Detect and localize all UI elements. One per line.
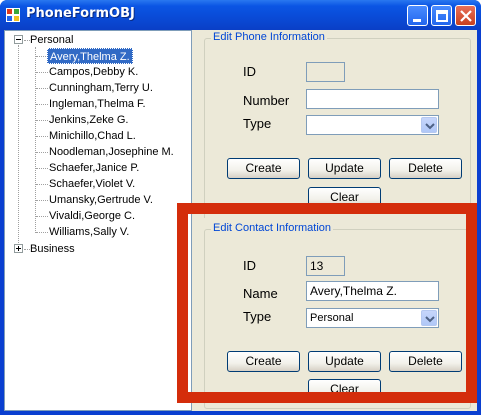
tree-contact-item[interactable]: Schaefer,Janice P.: [49, 160, 139, 176]
phone-create-button[interactable]: Create: [227, 158, 300, 179]
close-button[interactable]: [455, 5, 476, 26]
phone-number-input[interactable]: [306, 89, 439, 109]
tree-contact-item[interactable]: Vivaldi,George C.: [49, 208, 135, 224]
phone-id-label: ID: [243, 64, 256, 79]
phone-number-label: Number: [243, 93, 290, 108]
tree-contact-item[interactable]: Williams,Sally V.: [49, 224, 129, 240]
highlight-box: [177, 203, 477, 403]
tree-group-personal[interactable]: Personal: [30, 32, 73, 48]
collapse-personal-icon[interactable]: [14, 35, 23, 44]
phone-type-select[interactable]: [306, 115, 439, 135]
maximize-icon: [436, 10, 448, 22]
tree-contact-item[interactable]: Jenkins,Zeke G.: [49, 112, 128, 128]
app-window: PhoneFormOBJ Personal Avery,Thelma Z. Cam…: [0, 0, 481, 415]
tree-contact-item[interactable]: Umansky,Gertrude V.: [49, 192, 153, 208]
chevron-down-icon[interactable]: [421, 117, 437, 133]
title-bar[interactable]: PhoneFormOBJ: [0, 0, 481, 30]
minimize-icon: [413, 19, 421, 22]
phone-id-field: [306, 62, 345, 82]
minimize-button[interactable]: [407, 5, 428, 26]
expand-business-icon[interactable]: [14, 244, 23, 253]
phone-group-title: Edit Phone Information: [211, 31, 327, 43]
phone-delete-button[interactable]: Delete: [389, 158, 462, 179]
app-icon: [6, 8, 20, 22]
phone-update-button[interactable]: Update: [308, 158, 381, 179]
tree-contact-item[interactable]: Ingleman,Thelma F.: [49, 96, 146, 112]
tree-contact-item[interactable]: Cunningham,Terry U.: [49, 80, 153, 96]
close-icon: [460, 10, 472, 22]
window-title: PhoneFormOBJ: [26, 6, 135, 21]
tree-contact-item[interactable]: Avery,Thelma Z.: [47, 48, 133, 64]
phone-panel: Edit Phone Information ID Number Type Cr…: [196, 30, 477, 238]
phone-type-label: Type: [243, 116, 272, 131]
tree-group-business[interactable]: Business: [30, 241, 75, 257]
tree-contact-item[interactable]: Minichillo,Chad L.: [49, 128, 136, 144]
contacts-tree[interactable]: Personal Avery,Thelma Z. Campos,Debby K. C…: [4, 30, 192, 411]
maximize-button[interactable]: [431, 5, 452, 26]
tree-contact-item[interactable]: Campos,Debby K.: [49, 64, 138, 80]
tree-contact-item[interactable]: Noodleman,Josephine M.: [49, 144, 174, 160]
tree-contact-item[interactable]: Schaefer,Violet V.: [49, 176, 135, 192]
